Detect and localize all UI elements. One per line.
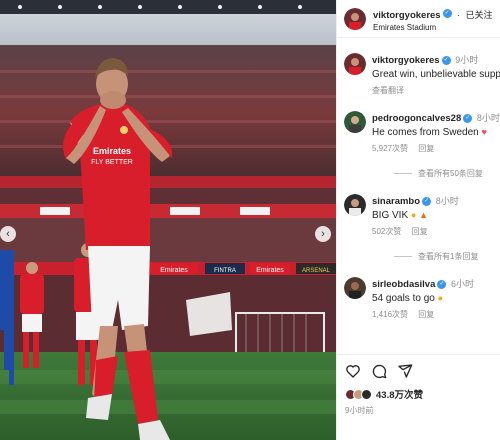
comment-text: 54 goals to go — [372, 293, 435, 304]
view-replies-link[interactable]: 查看所有1条回复 — [394, 251, 493, 262]
comment-time: 6小时 — [451, 279, 475, 289]
author-username[interactable]: viktorgyokeres — [373, 10, 441, 21]
separator-dot: · — [457, 9, 461, 20]
verified-badge-icon: ✓ — [441, 55, 451, 65]
ad-board-4: ARSENAL — [302, 268, 331, 274]
prev-photo-button[interactable]: ‹ — [0, 226, 16, 242]
post-caption: viktorgyokeres ✓ 9小时 Great win, unbelieva… — [344, 53, 500, 96]
svg-text:Emirates: Emirates — [93, 146, 131, 156]
post-header: viktorgyokeres ✓ · 已关注 Emirates Stadium — [337, 0, 500, 38]
comment-likes[interactable]: 1,416次赞 — [372, 310, 408, 319]
emoji-icon: ● — [410, 210, 417, 220]
caption-username[interactable]: viktorgyokeres — [372, 55, 440, 66]
ad-board-3: Emirates — [256, 267, 284, 274]
share-icon[interactable] — [397, 363, 413, 379]
caption-text: Great win, unbelievable support — [372, 69, 500, 80]
comment-likes[interactable]: 5,927次赞 — [372, 144, 408, 153]
verified-badge-icon: ✓ — [422, 196, 432, 206]
author-avatar[interactable] — [344, 7, 366, 30]
comment-item: sinarambo ✓ 8小时 BIG VIK ● ▲ 502次赞 回复 — [344, 194, 493, 237]
comment-username[interactable]: sinarambo — [372, 196, 420, 207]
heart-emoji-icon: ♥ — [481, 127, 487, 137]
comment-text: He comes from Sweden — [372, 127, 479, 138]
comments-list: viktorgyokeres ✓ 9小时 Great win, unbelieva… — [337, 53, 500, 320]
verified-badge-icon: ✓ — [442, 8, 452, 18]
comment-username[interactable]: pedroogoncalves28 — [372, 113, 461, 124]
chevron-right-icon: › — [321, 227, 325, 240]
comment-username[interactable]: sirleobdasilva — [372, 279, 435, 290]
view-replies-link[interactable]: 查看所有50条回复 — [394, 168, 493, 179]
comment-likes[interactable]: 502次赞 — [372, 227, 401, 236]
comment-item: pedroogoncalves28 ✓ 8小时 He comes from Swe… — [344, 111, 500, 154]
comment-time: 8小时 — [476, 113, 500, 123]
post-details-panel: viktorgyokeres ✓ · 已关注 Emirates Stadium v… — [336, 0, 500, 440]
verified-badge-icon: ✓ — [463, 113, 473, 123]
post-location[interactable]: Emirates Stadium — [373, 23, 493, 32]
reply-button[interactable]: 回复 — [412, 227, 428, 236]
svg-text:FLY BETTER: FLY BETTER — [91, 159, 133, 166]
reply-button[interactable]: 回复 — [418, 144, 434, 153]
follow-status-button[interactable]: 已关注 — [466, 10, 493, 20]
post-actions: 43.8万次赞 9小时前 — [337, 354, 500, 422]
likes-count[interactable]: 43.8万次赞 — [376, 387, 423, 401]
chevron-left-icon: ‹ — [6, 227, 10, 240]
verified-badge-icon: ✓ — [437, 279, 447, 289]
post-photo: Emirates FINTRA Emirates ARSENAL Emirate… — [0, 0, 336, 440]
liker-avatars — [345, 388, 372, 400]
comment-text: BIG VIK — [372, 210, 409, 221]
comment-time: 8小时 — [435, 196, 459, 206]
commenter-avatar[interactable] — [344, 194, 366, 216]
reply-button[interactable]: 回复 — [418, 310, 434, 319]
heart-icon[interactable] — [345, 363, 361, 379]
ad-board-2: FINTRA — [214, 268, 236, 274]
commenter-avatar[interactable] — [344, 111, 366, 133]
translate-link[interactable]: 查看翻译 — [372, 86, 404, 95]
post-timestamp: 9小时前 — [345, 406, 374, 415]
caption-time: 9小时 — [455, 55, 479, 65]
stadium-photo: Emirates FINTRA Emirates ARSENAL Emirate… — [0, 0, 336, 440]
comment-item: sirleobdasilva ✓ 6小时 54 goals to go ● 1,4… — [344, 277, 493, 320]
likes-summary[interactable]: 43.8万次赞 — [345, 387, 493, 401]
ad-board-1: Emirates — [160, 267, 188, 274]
next-photo-button[interactable]: › — [315, 226, 331, 242]
emoji-icon: ● — [437, 293, 444, 303]
caption-avatar[interactable] — [344, 53, 366, 75]
comment-icon[interactable] — [371, 363, 387, 379]
fire-emoji-icon: ▲ — [419, 210, 429, 220]
commenter-avatar[interactable] — [344, 277, 366, 299]
